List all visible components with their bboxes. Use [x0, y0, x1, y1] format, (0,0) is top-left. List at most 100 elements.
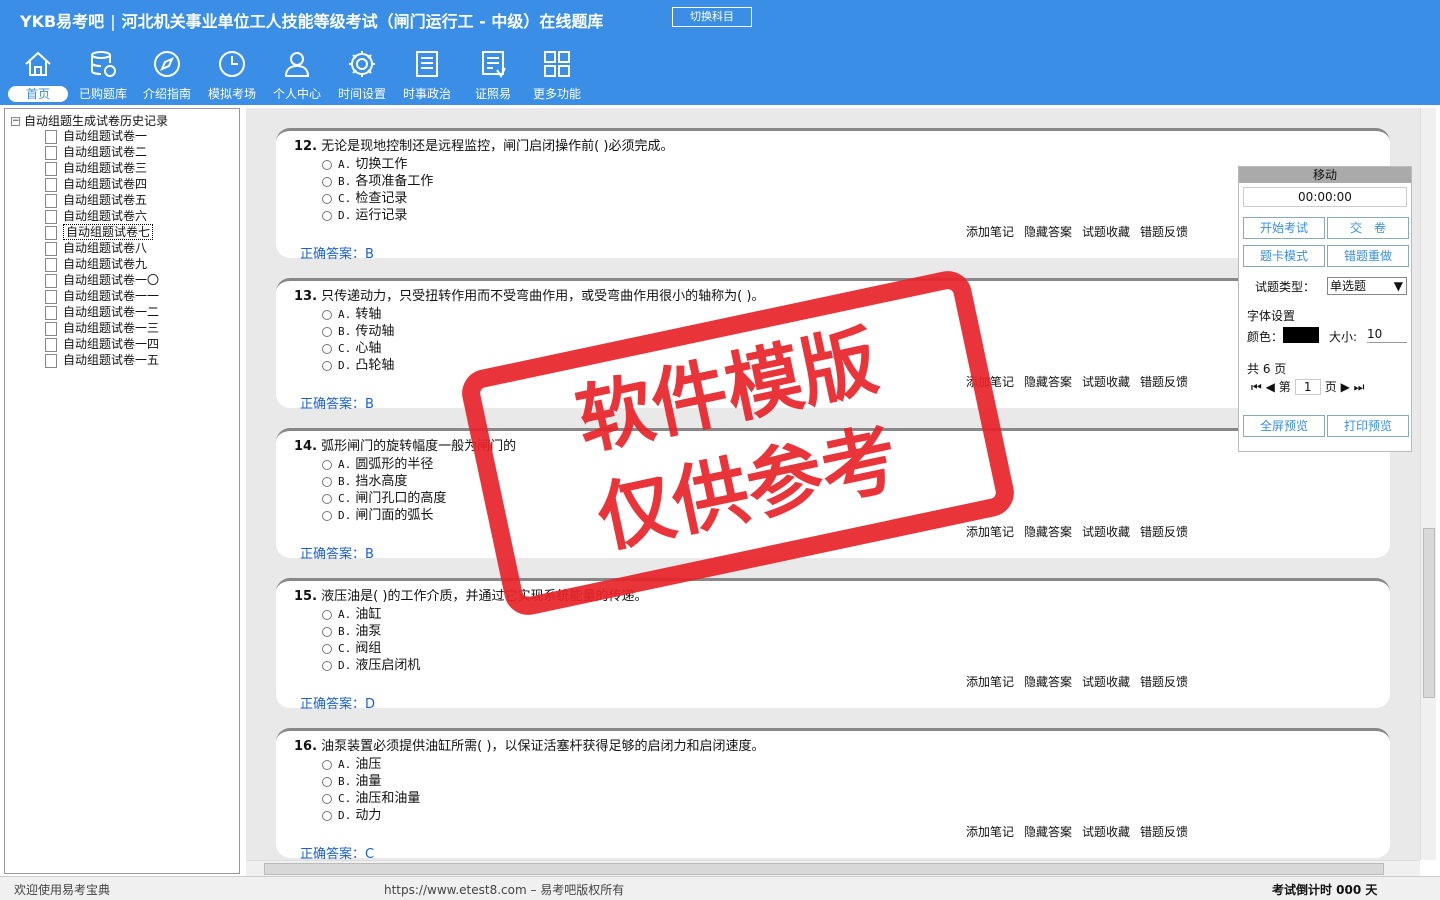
- welcome-text: 欢迎使用易考宝典: [14, 883, 111, 897]
- document-icon: [45, 353, 57, 368]
- option-d[interactable]: D. 凸轮轴: [322, 354, 394, 373]
- favorite-button[interactable]: 试题收藏: [1082, 375, 1130, 389]
- report-error-button[interactable]: 错题反馈: [1140, 825, 1188, 839]
- radio-icon[interactable]: [322, 210, 332, 221]
- radio-icon[interactable]: [322, 176, 332, 187]
- tree-item[interactable]: 自动组题试卷五: [45, 191, 147, 208]
- tree-item[interactable]: 自动组题试卷一: [45, 127, 147, 144]
- nav-more[interactable]: 更多功能: [525, 48, 589, 104]
- color-picker[interactable]: [1283, 327, 1319, 343]
- radio-icon[interactable]: [322, 643, 332, 654]
- last-page-icon[interactable]: ⏭: [1354, 380, 1365, 394]
- report-error-button[interactable]: 错题反馈: [1140, 525, 1188, 539]
- hide-answer-button[interactable]: 隐藏答案: [1024, 825, 1072, 839]
- report-error-button[interactable]: 错题反馈: [1140, 225, 1188, 239]
- tree-item[interactable]: 自动组题试卷一四: [45, 335, 159, 352]
- vertical-scrollbar[interactable]: [1420, 108, 1436, 860]
- radio-icon[interactable]: [322, 309, 332, 320]
- nav-profile[interactable]: 个人中心: [265, 48, 329, 104]
- radio-icon[interactable]: [322, 326, 332, 337]
- nav-certificate[interactable]: 证照易: [461, 48, 525, 104]
- radio-icon[interactable]: [322, 759, 332, 770]
- redo-wrong-button[interactable]: 错题重做: [1327, 245, 1409, 267]
- radio-icon[interactable]: [322, 159, 332, 170]
- font-size-input[interactable]: 10: [1367, 327, 1407, 343]
- radio-icon[interactable]: [322, 793, 332, 804]
- question-type-select[interactable]: 单选题 ▼: [1327, 277, 1407, 295]
- option-d[interactable]: D. 闸门面的弧长: [322, 504, 433, 523]
- prev-page-icon[interactable]: ◀: [1266, 380, 1275, 394]
- tree-item[interactable]: 自动组题试卷二: [45, 143, 147, 160]
- radio-icon[interactable]: [322, 193, 332, 204]
- tree-item[interactable]: 自动组题试卷一一: [45, 287, 159, 304]
- radio-icon[interactable]: [322, 609, 332, 620]
- tree-item[interactable]: 自动组题试卷三: [45, 159, 147, 176]
- nav-politics[interactable]: 时事政治: [395, 48, 459, 104]
- print-preview-button[interactable]: 打印预览: [1327, 415, 1409, 437]
- tree-item[interactable]: 自动组题试卷九: [45, 255, 147, 272]
- hide-answer-button[interactable]: 隐藏答案: [1024, 525, 1072, 539]
- tree-item[interactable]: 自动组题试卷四: [45, 175, 147, 192]
- hide-answer-button[interactable]: 隐藏答案: [1024, 675, 1072, 689]
- top-bar: YKB易考吧 | 河北机关事业单位工人技能等级考试（闸门运行工 - 中级）在线题库 …: [0, 0, 1440, 105]
- radio-icon[interactable]: [322, 660, 332, 671]
- switch-subject-button[interactable]: 切换科目: [672, 7, 752, 27]
- favorite-button[interactable]: 试题收藏: [1082, 825, 1130, 839]
- tree-item[interactable]: 自动组题试卷一二: [45, 303, 159, 320]
- radio-icon[interactable]: [322, 360, 332, 371]
- question-text: 12. 无论是现地控制还是远程监控，闸门启闭操作前( )必须完成。: [294, 139, 674, 154]
- home-icon: [25, 51, 51, 76]
- submit-button[interactable]: 交 卷: [1327, 217, 1409, 239]
- nav-time-settings[interactable]: 时间设置: [330, 48, 394, 104]
- first-page-icon[interactable]: ⏮: [1251, 380, 1262, 394]
- add-note-button[interactable]: 添加笔记: [966, 525, 1014, 539]
- tree-item[interactable]: 自动组题试卷一三: [45, 319, 159, 336]
- option-d[interactable]: D. 液压启闭机: [322, 654, 420, 673]
- add-note-button[interactable]: 添加笔记: [966, 825, 1014, 839]
- add-note-button[interactable]: 添加笔记: [966, 225, 1014, 239]
- nav-guide[interactable]: 介绍指南: [135, 48, 199, 104]
- page-input[interactable]: 1: [1294, 379, 1321, 395]
- favorite-button[interactable]: 试题收藏: [1082, 675, 1130, 689]
- copyright-text: https://www.etest8.com – 易考吧版权所有: [384, 883, 625, 897]
- tree-item[interactable]: 自动组题试卷一〇: [45, 271, 159, 288]
- tree-item[interactable]: 自动组题试卷六: [45, 207, 147, 224]
- fullscreen-preview-button[interactable]: 全屏预览: [1243, 415, 1325, 437]
- question-type-label: 试题类型：: [1255, 280, 1316, 294]
- radio-icon[interactable]: [322, 626, 332, 637]
- radio-icon[interactable]: [322, 510, 332, 521]
- radio-icon[interactable]: [322, 343, 332, 354]
- option-d[interactable]: D. 运行记录: [322, 204, 407, 223]
- radio-icon[interactable]: [322, 810, 332, 821]
- nav-home[interactable]: 首页: [6, 48, 70, 104]
- favorite-button[interactable]: 试题收藏: [1082, 225, 1130, 239]
- question-card: 12. 无论是现地控制还是远程监控，闸门启闭操作前( )必须完成。 A. 切换工…: [276, 128, 1390, 262]
- nav-mock-exam[interactable]: 模拟考场: [200, 48, 264, 104]
- collapse-icon[interactable]: −: [11, 117, 20, 126]
- report-error-button[interactable]: 错题反馈: [1140, 375, 1188, 389]
- tree-item[interactable]: 自动组题试卷八: [45, 239, 147, 256]
- scroll-thumb[interactable]: [264, 863, 1384, 875]
- report-error-button[interactable]: 错题反馈: [1140, 675, 1188, 689]
- hide-answer-button[interactable]: 隐藏答案: [1024, 225, 1072, 239]
- radio-icon[interactable]: [322, 776, 332, 787]
- radio-icon[interactable]: [322, 493, 332, 504]
- next-page-icon[interactable]: ▶: [1341, 380, 1350, 394]
- nav-purchased[interactable]: 已购题库: [71, 48, 135, 104]
- start-exam-button[interactable]: 开始考试: [1243, 217, 1325, 239]
- tree-item[interactable]: 自动组题试卷一五: [45, 351, 159, 368]
- scroll-thumb[interactable]: [1423, 528, 1435, 698]
- add-note-button[interactable]: 添加笔记: [966, 675, 1014, 689]
- option-d[interactable]: D. 动力: [322, 804, 381, 823]
- nav-label: 时间设置: [337, 87, 386, 101]
- horizontal-scrollbar[interactable]: [246, 860, 1420, 876]
- favorite-button[interactable]: 试题收藏: [1082, 525, 1130, 539]
- card-mode-button[interactable]: 题卡模式: [1243, 245, 1325, 267]
- document-icon: [45, 289, 57, 304]
- radio-icon[interactable]: [322, 476, 332, 487]
- panel-drag-handle[interactable]: 移动: [1239, 167, 1411, 183]
- radio-icon[interactable]: [322, 459, 332, 470]
- tree-item-selected[interactable]: 自动组题试卷七: [45, 223, 154, 240]
- hide-answer-button[interactable]: 隐藏答案: [1024, 375, 1072, 389]
- database-icon: [91, 51, 116, 77]
